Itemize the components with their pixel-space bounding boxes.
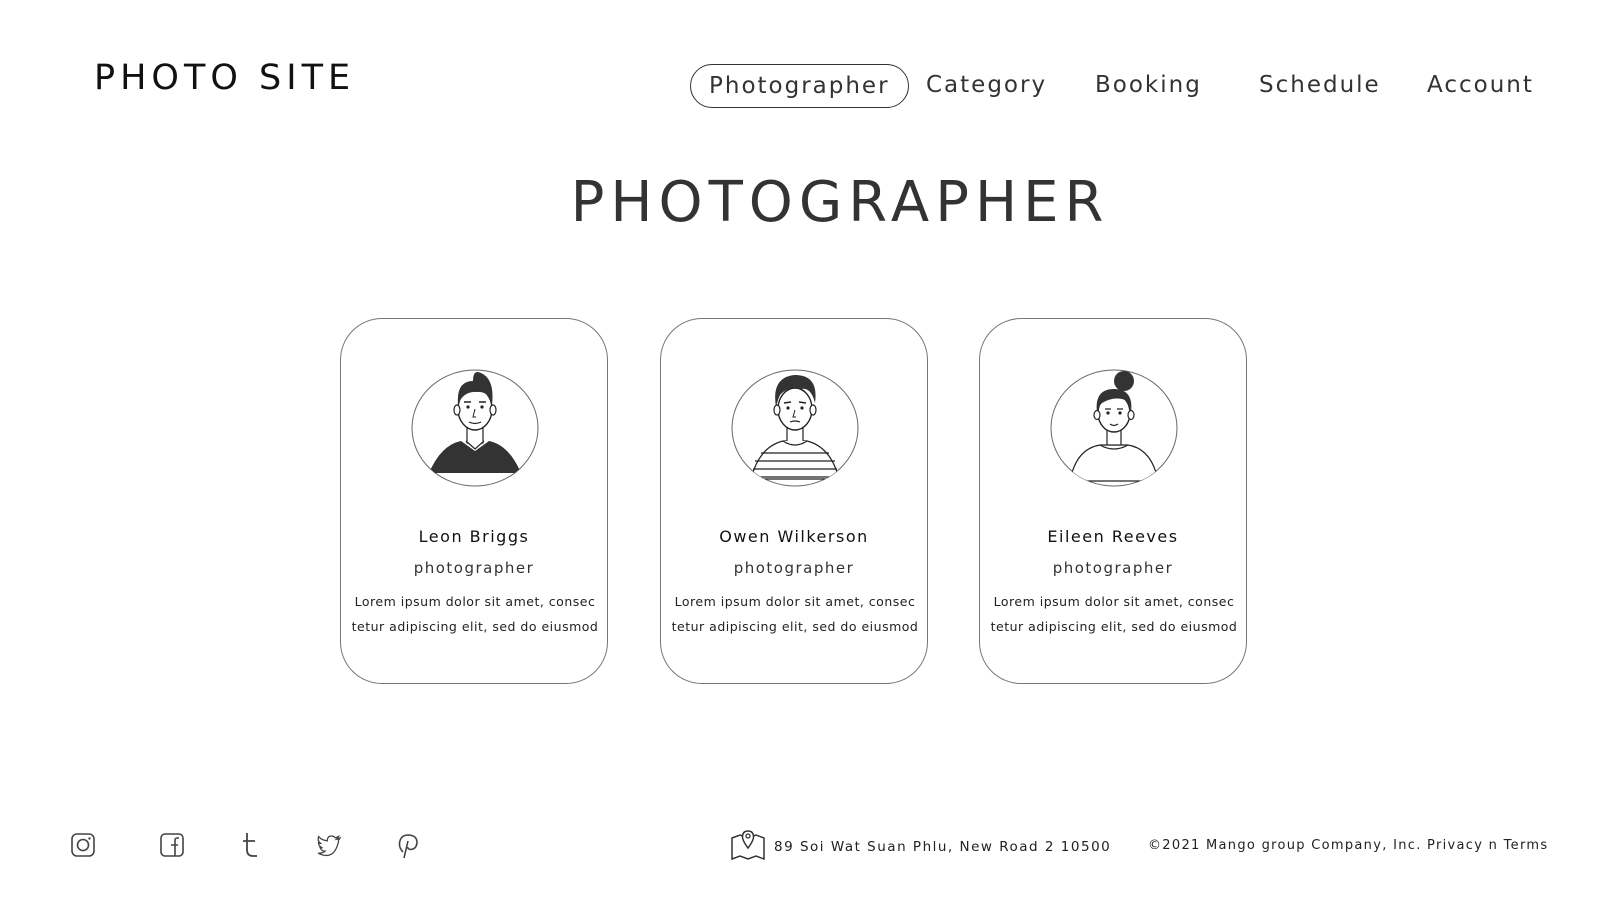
pinterest-icon[interactable]: [393, 830, 423, 860]
photographer-name: Owen Wilkerson: [719, 527, 869, 546]
photographer-name: Eileen Reeves: [1047, 527, 1179, 546]
photographer-card[interactable]: Owen Wilkerson photographer Lorem ipsum …: [660, 318, 928, 684]
facebook-icon[interactable]: [157, 830, 187, 860]
nav-item-photographer[interactable]: Photographer: [690, 64, 909, 108]
copyright-text[interactable]: ©2021 Mango group Company, Inc. Privacy …: [1148, 838, 1548, 853]
photographer-card[interactable]: Eileen Reeves photographer Lorem ipsum d…: [979, 318, 1247, 684]
photographer-description: Lorem ipsum dolor sit amet, consec tetur…: [990, 589, 1238, 639]
description-line: tetur adipiscing elit, sed do eiusmod: [351, 619, 599, 634]
photographer-card[interactable]: Leon Briggs photographer Lorem ipsum dol…: [340, 318, 608, 684]
tumblr-icon[interactable]: [236, 830, 266, 860]
avatar: [411, 369, 539, 487]
instagram-icon[interactable]: [68, 830, 98, 860]
woman-hair-bun-avatar-icon: [1050, 369, 1178, 487]
nav-item-booking[interactable]: Booking: [1095, 64, 1202, 108]
description-line: Lorem ipsum dolor sit amet, consec: [674, 594, 916, 609]
photographer-name: Leon Briggs: [418, 527, 530, 546]
description-line: Lorem ipsum dolor sit amet, consec: [993, 594, 1235, 609]
photographer-description: Lorem ipsum dolor sit amet, consec tetur…: [351, 589, 599, 639]
photographer-role: photographer: [733, 559, 855, 577]
map-pin-icon: [730, 828, 766, 866]
man-striped-shirt-avatar-icon: [731, 369, 859, 487]
photographer-role: photographer: [1052, 559, 1174, 577]
man-dark-shirt-avatar-icon: [411, 369, 539, 487]
page: PHOTO SITE Photographer Category Booking…: [0, 0, 1600, 900]
nav-item-category[interactable]: Category: [926, 64, 1047, 108]
twitter-icon[interactable]: [314, 830, 344, 860]
address-text: 89 Soi Wat Suan Phlu, New Road 2 10500: [774, 839, 1112, 855]
description-line: tetur adipiscing elit, sed do eiusmod: [671, 619, 919, 634]
photographer-role: photographer: [413, 559, 535, 577]
page-title: PHOTOGRAPHER: [570, 170, 1110, 235]
main-nav: Photographer Category Booking Schedule A…: [0, 64, 1600, 108]
description-line: Lorem ipsum dolor sit amet, consec: [354, 594, 596, 609]
photographer-description: Lorem ipsum dolor sit amet, consec tetur…: [671, 589, 919, 639]
description-line: tetur adipiscing elit, sed do eiusmod: [990, 619, 1238, 634]
avatar: [731, 369, 859, 487]
nav-item-account[interactable]: Account: [1427, 64, 1534, 108]
nav-item-schedule[interactable]: Schedule: [1259, 64, 1381, 108]
avatar: [1050, 369, 1178, 487]
footer-address: 89 Soi Wat Suan Phlu, New Road 2 10500: [730, 830, 1111, 864]
